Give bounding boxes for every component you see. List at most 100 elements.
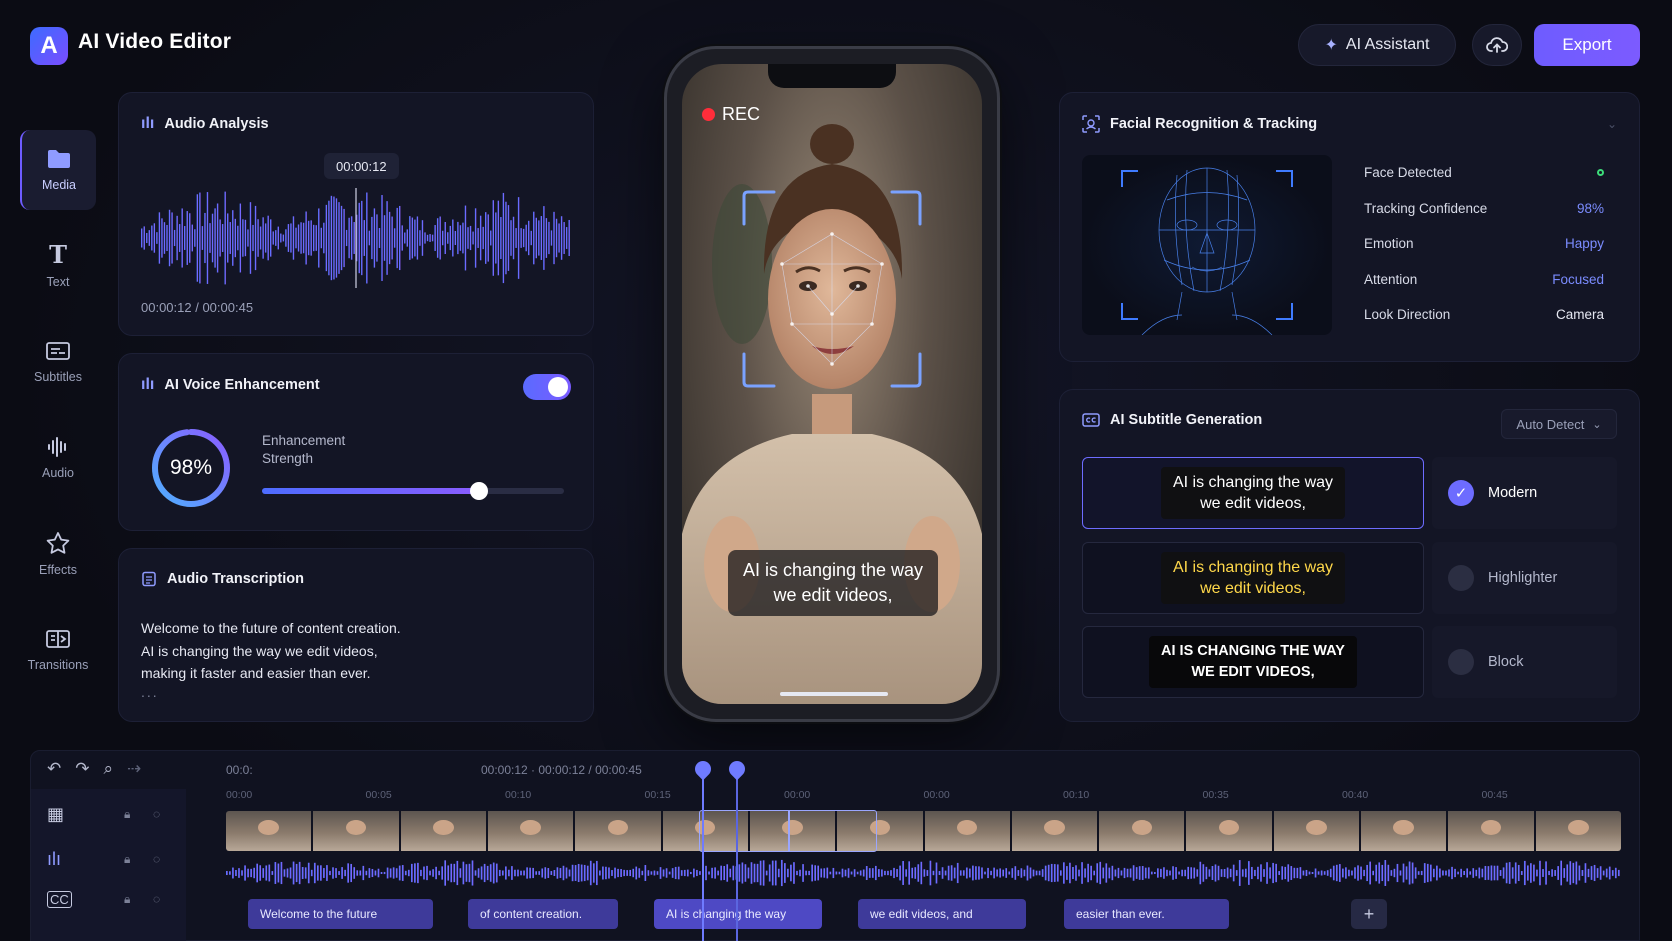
waveform-bar [227, 213, 229, 263]
language-select[interactable]: Auto Detect ⌄ [1501, 409, 1617, 439]
subtitle-style-modern[interactable]: AI is changing the way we edit videos, ✓… [1082, 457, 1617, 529]
waveform-bar [665, 868, 668, 878]
subtitle-clip[interactable]: AI is changing the way [654, 899, 822, 929]
subtitle-track-header: CC 🔒︎ ◌ [31, 884, 186, 914]
visibility-icon[interactable]: ◌ [153, 807, 160, 821]
waveform-bar [404, 870, 407, 876]
waveform-bar [787, 868, 789, 878]
waveform-bar [999, 868, 1001, 878]
transcript-more[interactable]: ... [141, 684, 159, 700]
video-preview[interactable]: REC AI is changing the way we edit video… [682, 64, 982, 704]
waveform-bar [1132, 865, 1135, 881]
waveform-bar [1281, 866, 1284, 880]
visibility-icon[interactable]: ◌ [153, 892, 160, 906]
video-track[interactable] [226, 811, 1621, 851]
playhead-pin-icon [725, 757, 749, 781]
waveform-bar [662, 869, 665, 877]
transcription-text[interactable]: Welcome to the future of content creatio… [141, 617, 401, 685]
waveform-bar [421, 220, 424, 256]
subtitle-clip[interactable]: we edit videos, and [858, 899, 1026, 929]
subtitle-clip[interactable]: easier than ever. [1064, 899, 1229, 929]
subtitle-clip[interactable]: Welcome to the future [248, 899, 433, 929]
strength-slider-knob[interactable] [470, 482, 489, 500]
lock-icon[interactable]: 🔒︎ [124, 852, 130, 867]
selected-clip[interactable] [699, 810, 877, 852]
time-ruler[interactable]: 00:00 00:05 00:10 00:15 00:00 00:00 00:10 00:35… [226, 789, 1621, 805]
sidebar-item-transitions[interactable]: Transitions [20, 610, 96, 690]
logo-letter: A [40, 32, 58, 59]
audio-wave-icon: ılı [47, 848, 62, 869]
waveform-bar [1326, 870, 1329, 876]
waveform-bar [1432, 868, 1435, 878]
waveform-bar [1096, 863, 1099, 883]
waveform-bar [151, 225, 153, 251]
waveform-bar [1072, 866, 1074, 880]
waveform-bar [632, 868, 635, 878]
waveform-bar [1320, 870, 1323, 876]
ai-assistant-button[interactable]: ✦ AI Assistant [1298, 24, 1456, 66]
waveform-bar [393, 228, 396, 248]
sidebar-item-audio[interactable]: Audio [20, 418, 96, 498]
waveform-bar [923, 869, 926, 877]
waveform-bar [1414, 867, 1417, 879]
voice-enhancement-toggle[interactable] [523, 374, 571, 400]
waveform-bar [565, 867, 568, 879]
lock-icon[interactable]: 🔒︎ [124, 807, 130, 822]
waveform-bar [1402, 863, 1405, 883]
chevron-down-icon[interactable]: ⌄ [1607, 117, 1617, 131]
waveform-bar [454, 231, 457, 245]
waveform-bar [329, 870, 331, 876]
sidebar-item-subtitles[interactable]: Subtitles [20, 322, 96, 402]
video-frame-thumbnail [226, 811, 312, 851]
waveform-bar [1481, 868, 1484, 878]
waveform-bar [1520, 871, 1523, 875]
chevron-down-icon: ⌄ [1592, 418, 1602, 431]
sidebar-item-media[interactable]: Media [20, 130, 96, 210]
subtitle-style-block[interactable]: AI IS CHANGING THE WAY WE EDIT VIDEOS, B… [1082, 626, 1617, 698]
rec-indicator[interactable]: REC [702, 104, 760, 125]
waveform-bar [1499, 870, 1502, 876]
redo-icon[interactable]: ↷ [75, 759, 89, 779]
waveform-bar [563, 222, 565, 254]
visibility-icon[interactable]: ◌ [153, 852, 160, 866]
waveform-bar [777, 868, 780, 878]
audio-waveform[interactable] [141, 188, 571, 288]
cloud-upload-button[interactable] [1472, 24, 1522, 66]
waveform-bar [1184, 869, 1186, 877]
zoom-icon[interactable]: ⌕ [104, 759, 114, 779]
split-icon[interactable]: ⇢ [127, 759, 141, 779]
export-button[interactable]: Export [1534, 24, 1640, 66]
waveform-bar [1548, 870, 1550, 876]
style-option[interactable]: Highlighter [1432, 542, 1617, 614]
stat-value: Happy [1564, 236, 1604, 252]
waveform-bar [555, 218, 558, 258]
add-subtitle-button[interactable]: + [1351, 899, 1387, 929]
playhead-marker-secondary[interactable] [725, 757, 749, 941]
audio-track-waveform[interactable] [226, 859, 1621, 887]
waveform-bar [1211, 866, 1214, 880]
waveform-bar [1493, 865, 1496, 881]
sidebar-item-text[interactable]: T Text [20, 226, 96, 306]
waveform-bar [696, 869, 698, 877]
stat-key: Emotion [1364, 236, 1414, 252]
waveform-bar [1605, 868, 1608, 878]
waveform-bar [626, 870, 628, 876]
waveform-bar [1172, 866, 1174, 880]
undo-icon[interactable]: ↶ [47, 759, 61, 779]
style-option[interactable]: Block [1432, 626, 1617, 698]
waveform-bar [638, 868, 641, 878]
playhead-marker[interactable] [691, 757, 715, 941]
waveform-bar [1408, 861, 1411, 885]
waveform-bar [310, 869, 313, 877]
sidebar-item-effects[interactable]: Effects [20, 514, 96, 594]
sidebar: Media T Text Subtitles Audio Effects Tra… [20, 130, 96, 706]
waveform-bar [505, 201, 507, 275]
lock-icon[interactable]: 🔒︎ [124, 892, 130, 907]
waveform-bar [262, 217, 264, 259]
waveform-bar [166, 224, 168, 252]
subtitle-clip[interactable]: of content creation. [468, 899, 618, 929]
style-option[interactable]: ✓ Modern [1432, 457, 1617, 529]
subtitle-style-highlighter[interactable]: AI is changing the way we edit videos, H… [1082, 542, 1617, 614]
strength-slider[interactable] [262, 482, 564, 500]
waveform-bar [1111, 865, 1114, 881]
